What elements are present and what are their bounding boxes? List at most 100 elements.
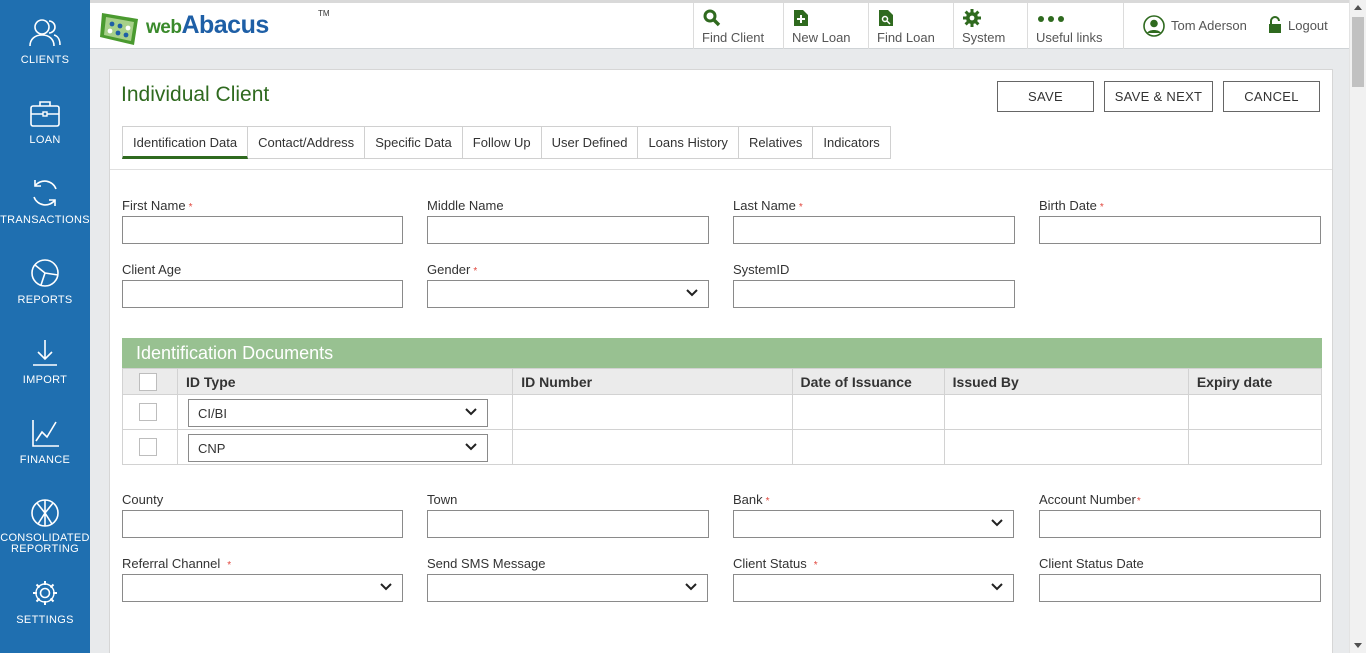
row-checkbox[interactable]	[139, 438, 157, 456]
line-chart-icon	[32, 420, 59, 447]
logout-button[interactable]: Logout	[1264, 3, 1350, 49]
sidebar-item-import[interactable]: IMPORT	[0, 337, 90, 386]
bank-select[interactable]	[733, 510, 1014, 538]
abacus-logo-icon	[100, 13, 138, 45]
chevron-down-icon	[465, 443, 477, 451]
issued-by-cell[interactable]	[943, 429, 1189, 465]
id-number-cell[interactable]	[512, 429, 793, 465]
tab-user-defined[interactable]: User Defined	[541, 126, 639, 159]
date-of-issuance-cell[interactable]	[791, 394, 945, 430]
logo-trademark: TM	[318, 9, 330, 18]
cancel-button[interactable]: CANCEL	[1223, 81, 1320, 112]
required-mark: *	[765, 496, 770, 507]
sidebar-item-consolidated-reporting[interactable]: CONSOLIDATED REPORTING	[0, 497, 90, 555]
refresh-icon	[33, 180, 57, 206]
scroll-thumb[interactable]	[1352, 17, 1364, 87]
id-type-cell: CI/BI	[177, 394, 514, 430]
table-row: CI/BI	[121, 394, 1323, 430]
webabacus-logo[interactable]: webAbacus TM	[98, 7, 338, 49]
required-mark: *	[227, 560, 232, 571]
town-label: Town	[427, 492, 458, 507]
nav-find-loan[interactable]: Find Loan	[868, 3, 953, 49]
tab-relatives[interactable]: Relatives	[738, 126, 814, 159]
tab-specific-data[interactable]: Specific Data	[365, 126, 463, 159]
nav-useful-links[interactable]: Useful links	[1027, 3, 1123, 49]
user-profile[interactable]: Tom Aderson	[1124, 3, 1274, 49]
nav-find-client[interactable]: Find Client	[693, 3, 783, 49]
tab-indicators[interactable]: Indicators	[813, 126, 891, 159]
date-of-issuance-cell[interactable]	[791, 429, 945, 465]
column-header-issued-by: Issued By	[943, 368, 1189, 395]
first-name-label: First Name *	[122, 198, 193, 213]
required-mark: *	[798, 202, 803, 213]
tab-follow-up[interactable]: Follow Up	[462, 126, 542, 159]
dots-icon	[1038, 16, 1064, 22]
new-document-icon	[794, 10, 808, 26]
sidebar-item-transactions[interactable]: TRANSACTIONS	[0, 177, 90, 226]
system-id-field[interactable]	[733, 280, 1015, 308]
user-name: Tom Aderson	[1171, 18, 1247, 33]
sidebar-item-finance[interactable]: FINANCE	[0, 417, 90, 466]
birth-date-field[interactable]	[1039, 216, 1321, 244]
id-documents-title: Identification Documents	[136, 343, 334, 363]
briefcase-icon	[30, 101, 60, 127]
sidebar-item-label: TRANSACTIONS	[0, 214, 90, 226]
id-type-select[interactable]: CI/BI	[188, 399, 489, 427]
row-checkbox[interactable]	[139, 403, 157, 421]
chevron-down-icon	[991, 583, 1003, 591]
client-age-field[interactable]	[122, 280, 403, 308]
account-number-label: Account Number*	[1039, 492, 1141, 507]
middle-name-field[interactable]	[427, 216, 709, 244]
required-mark: *	[1099, 202, 1104, 213]
system-id-label: SystemID	[733, 262, 790, 277]
sidebar-item-loan[interactable]: LOAN	[0, 97, 90, 146]
user-area: Tom Aderson Logout	[1123, 3, 1349, 49]
select-all-cell	[121, 368, 179, 395]
sidebar-item-label: REPORTS	[17, 294, 73, 306]
expiry-date-cell[interactable]	[1187, 394, 1323, 430]
id-number-cell[interactable]	[512, 394, 793, 430]
town-field[interactable]	[427, 510, 709, 538]
divider	[110, 169, 1332, 170]
scroll-up-arrow-icon[interactable]	[1354, 5, 1362, 10]
sidebar-item-reports[interactable]: REPORTS	[0, 257, 90, 306]
chevron-down-icon	[686, 289, 698, 297]
tab-loans-history[interactable]: Loans History	[638, 126, 739, 159]
first-name-field[interactable]	[122, 216, 403, 244]
sidebar-item-label: IMPORT	[22, 374, 68, 386]
sidebar-item-label: SETTINGS	[16, 614, 74, 626]
referral-channel-select[interactable]	[122, 574, 403, 602]
nav-new-loan[interactable]: New Loan	[783, 3, 868, 49]
last-name-label: Last Name *	[733, 198, 803, 213]
chevron-down-icon	[685, 583, 697, 591]
page-scrollbar[interactable]	[1349, 0, 1366, 653]
scroll-down-arrow-icon[interactable]	[1354, 643, 1362, 648]
nav-system[interactable]: System	[953, 3, 1027, 49]
user-avatar-icon	[1143, 15, 1165, 37]
sidebar-item-settings[interactable]: SETTINGS	[0, 577, 90, 626]
client-status-select[interactable]	[733, 574, 1014, 602]
birth-date-label: Birth Date *	[1039, 198, 1104, 213]
pie-chart-icon	[31, 259, 59, 287]
row-select-cell	[121, 429, 179, 465]
send-sms-select[interactable]	[427, 574, 708, 602]
save-button[interactable]: SAVE	[997, 81, 1094, 112]
sidebar-item-clients[interactable]: CLIENTS	[0, 17, 90, 66]
tab-contact-address[interactable]: Contact/Address	[248, 126, 366, 159]
client-status-date-field[interactable]	[1039, 574, 1321, 602]
search-icon	[703, 9, 721, 27]
table-header-row: ID Type ID Number Date of Issuance Issue…	[121, 368, 1323, 395]
gender-select[interactable]	[427, 280, 709, 308]
last-name-field[interactable]	[733, 216, 1015, 244]
column-header-expiry-date: Expiry date	[1187, 368, 1323, 395]
tab-identification-data[interactable]: Identification Data	[122, 126, 249, 159]
id-type-select[interactable]: CNP	[188, 434, 489, 462]
issued-by-cell[interactable]	[943, 394, 1189, 430]
expiry-date-cell[interactable]	[1187, 429, 1323, 465]
county-field[interactable]	[122, 510, 403, 538]
account-number-field[interactable]	[1039, 510, 1321, 538]
send-sms-label: Send SMS Message	[427, 556, 546, 571]
select-all-checkbox[interactable]	[139, 372, 157, 391]
save-and-next-button[interactable]: SAVE & NEXT	[1104, 81, 1213, 112]
find-document-icon	[879, 10, 893, 26]
